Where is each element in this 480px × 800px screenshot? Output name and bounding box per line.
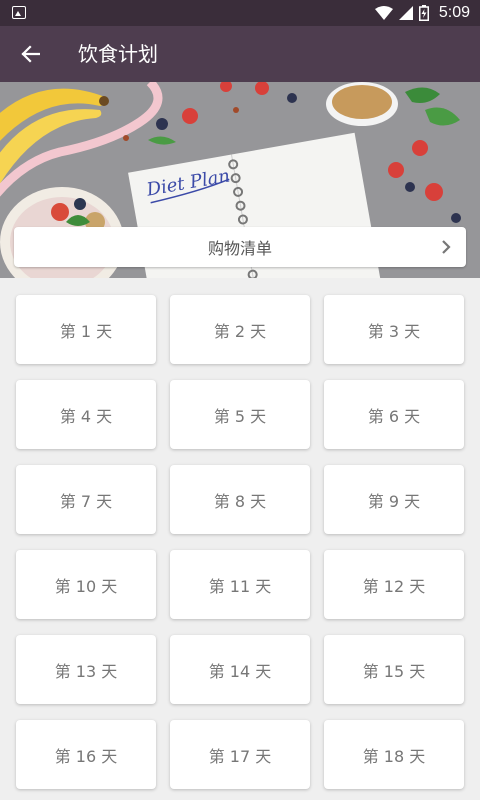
- chevron-right-icon: [442, 240, 451, 254]
- battery-icon: [418, 5, 429, 21]
- shopping-list-button[interactable]: 购物清单: [14, 227, 466, 267]
- status-time: 5:09: [438, 4, 470, 21]
- day-card[interactable]: 第 16 天: [16, 720, 156, 789]
- app-bar: 饮食计划: [0, 26, 480, 82]
- day-card[interactable]: 第 8 天: [170, 465, 310, 534]
- shopping-list-label: 购物清单: [207, 239, 272, 258]
- day-card[interactable]: 第 12 天: [324, 550, 464, 619]
- status-bar: 5:09: [0, 0, 480, 26]
- day-card[interactable]: 第 15 天: [324, 635, 464, 704]
- status-icons: 5:09: [374, 4, 470, 22]
- day-card[interactable]: 第 10 天: [16, 550, 156, 619]
- day-card[interactable]: 第 13 天: [16, 635, 156, 704]
- signal-icon: [398, 6, 413, 20]
- day-card[interactable]: 第 14 天: [170, 635, 310, 704]
- wifi-icon: [374, 6, 393, 20]
- day-card[interactable]: 第 2 天: [170, 295, 310, 364]
- day-card[interactable]: 第 6 天: [324, 380, 464, 449]
- day-card[interactable]: 第 9 天: [324, 465, 464, 534]
- image-notification-icon: [12, 6, 26, 19]
- day-card[interactable]: 第 3 天: [324, 295, 464, 364]
- day-card[interactable]: 第 18 天: [324, 720, 464, 789]
- day-card[interactable]: 第 17 天: [170, 720, 310, 789]
- day-card[interactable]: 第 11 天: [170, 550, 310, 619]
- day-card[interactable]: 第 5 天: [170, 380, 310, 449]
- page-title: 饮食计划: [78, 42, 158, 66]
- back-button[interactable]: [14, 38, 46, 70]
- arrow-left-icon: [21, 45, 40, 63]
- day-grid: 第 1 天 第 2 天 第 3 天 第 4 天 第 5 天 第 6 天 第 7 …: [16, 295, 464, 789]
- day-card[interactable]: 第 1 天: [16, 295, 156, 364]
- day-card[interactable]: 第 4 天: [16, 380, 156, 449]
- day-card[interactable]: 第 7 天: [16, 465, 156, 534]
